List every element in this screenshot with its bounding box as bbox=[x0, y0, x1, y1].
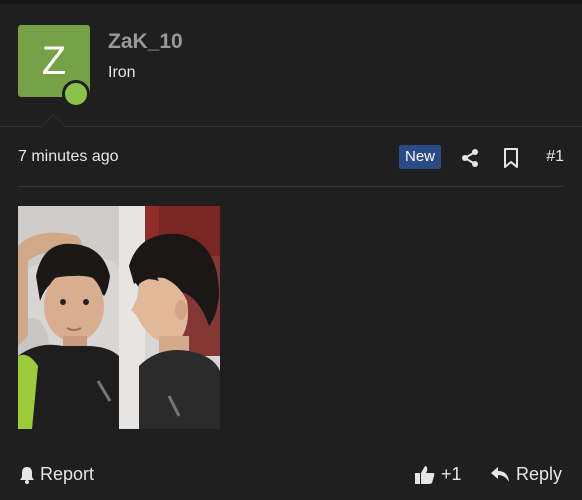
bookmark-icon[interactable] bbox=[500, 147, 522, 169]
like-count: +1 bbox=[441, 464, 462, 484]
reply-arrow-icon bbox=[490, 466, 509, 482]
photo-front-view[interactable] bbox=[18, 206, 119, 429]
user-rank: Iron bbox=[108, 64, 136, 81]
thumbs-up-icon bbox=[415, 465, 435, 484]
post-meta: 7 minutes ago New #1 bbox=[18, 143, 564, 173]
online-status-dot bbox=[62, 80, 90, 108]
reply-label: Reply bbox=[515, 464, 562, 484]
bell-icon bbox=[20, 466, 34, 484]
post-number[interactable]: #1 bbox=[546, 148, 564, 166]
meta-divider bbox=[18, 186, 564, 187]
username[interactable]: ZaK_10 bbox=[108, 30, 183, 54]
photo-side-view[interactable] bbox=[119, 206, 220, 429]
like-button[interactable]: +1 bbox=[414, 464, 462, 485]
post-footer: Report +1 Reply bbox=[18, 462, 564, 490]
attached-photos[interactable] bbox=[18, 206, 220, 429]
share-icon[interactable] bbox=[459, 147, 481, 169]
author-divider bbox=[0, 126, 582, 127]
new-badge: New bbox=[399, 145, 442, 169]
reply-button[interactable]: Reply bbox=[490, 464, 562, 485]
report-label: Report bbox=[40, 464, 95, 484]
report-button[interactable]: Report bbox=[18, 464, 94, 485]
post-author: Z ZaK_10 Iron bbox=[0, 4, 582, 126]
avatar-letter: Z bbox=[41, 38, 67, 83]
post-time[interactable]: 7 minutes ago bbox=[18, 148, 119, 166]
